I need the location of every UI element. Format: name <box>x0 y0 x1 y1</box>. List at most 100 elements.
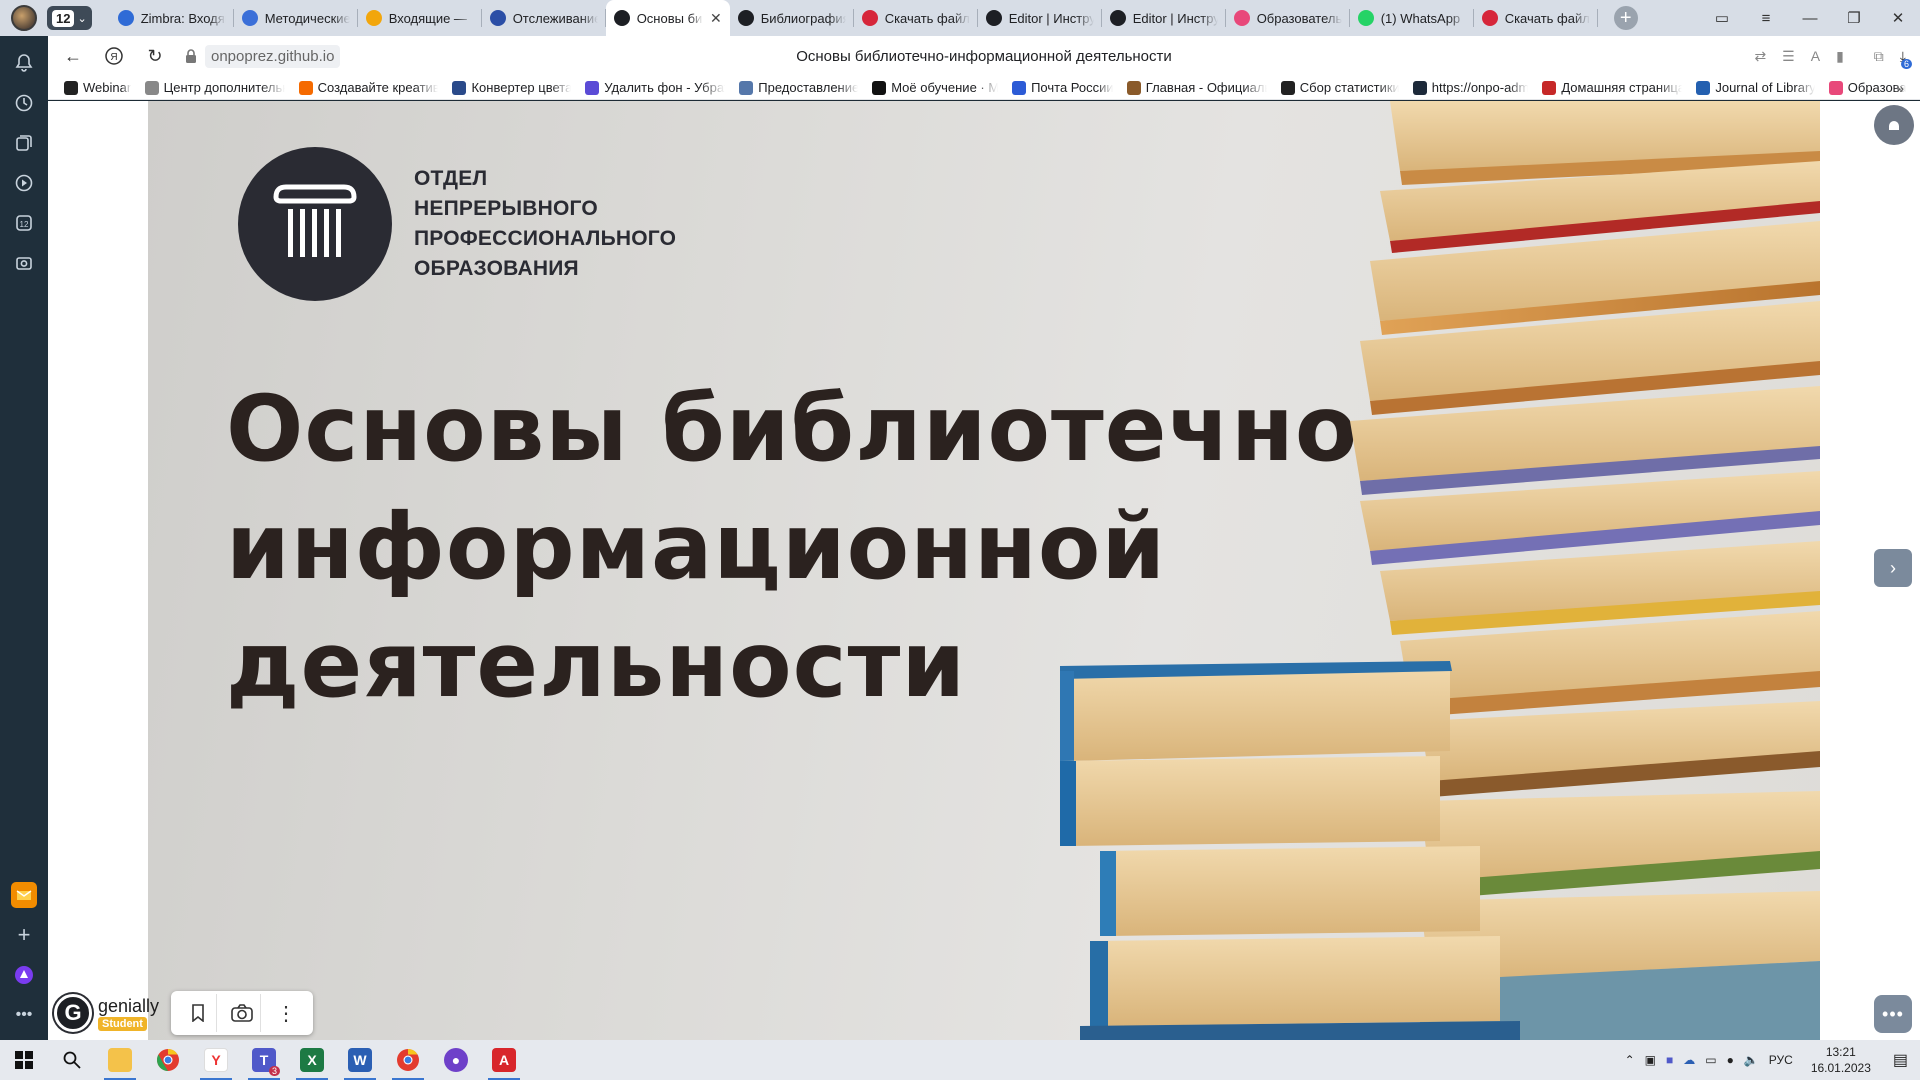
bookmark-item[interactable]: Webinar <box>64 80 131 95</box>
bookmark-item[interactable]: Сбор статистики <box>1280 80 1399 95</box>
excel-icon[interactable]: X <box>288 1040 336 1080</box>
browser-tab[interactable]: Editor | Инструменты <box>978 0 1102 36</box>
profile-avatar[interactable] <box>11 5 37 31</box>
screen-icon[interactable]: ▣ <box>1645 1053 1656 1067</box>
teams-icon[interactable]: T3 <box>240 1040 288 1080</box>
close-window-button[interactable]: ✕ <box>1876 9 1920 27</box>
language-indicator[interactable]: РУС <box>1769 1053 1793 1067</box>
bookmark-item[interactable]: Почта России <box>1012 80 1113 95</box>
bookmark-item[interactable]: Создавайте креатив <box>298 80 438 95</box>
collections-icon[interactable] <box>11 130 37 156</box>
bookmark-icon[interactable]: ▮ <box>1836 48 1844 65</box>
bookmark-item[interactable]: https://onpo-adm <box>1412 80 1528 95</box>
acrobat-icon[interactable]: A <box>480 1040 528 1080</box>
genially-label: genially Student <box>98 996 159 1031</box>
more-options-button[interactable]: ••• <box>1874 995 1912 1033</box>
bookmark-favicon-icon <box>1012 80 1027 95</box>
bookmark-item[interactable]: Образова <box>1828 80 1906 95</box>
browser-tab[interactable]: Editor | Инструменты <box>1102 0 1226 36</box>
screenshot-icon[interactable] <box>11 250 37 276</box>
chrome-profile-icon[interactable] <box>384 1040 432 1080</box>
url-field[interactable]: onpoprez.github.io <box>205 44 341 68</box>
reader-icon[interactable]: ☰ <box>1782 48 1795 65</box>
browser-tab[interactable]: Образовательный <box>1226 0 1350 36</box>
browser-tab[interactable]: Отслеживание <box>482 0 606 36</box>
bookmark-icon[interactable] <box>179 994 218 1032</box>
bookmark-item[interactable]: Главная - Официальный <box>1126 80 1267 95</box>
network-icon[interactable]: ▭ <box>1705 1053 1716 1067</box>
bookmark-label: Моё обучение · М <box>891 80 999 95</box>
browser-tab[interactable]: Входящие — <box>358 0 482 36</box>
downloads-icon[interactable]: ⤓ 6 <box>1900 48 1912 69</box>
mail-app-icon[interactable] <box>11 882 37 908</box>
word-icon[interactable]: W <box>336 1040 384 1080</box>
cloud-icon[interactable]: ☁ <box>1683 1053 1695 1067</box>
chevron-right-icon[interactable]: » <box>1896 80 1904 96</box>
microphone-icon[interactable]: ● <box>1727 1053 1734 1067</box>
bookmark-item[interactable]: Центр дополнительного <box>144 80 285 95</box>
bookmark-item[interactable]: Моё обучение · М <box>872 80 998 95</box>
new-tab-button[interactable]: + <box>1613 6 1638 30</box>
reload-button[interactable]: ↻ <box>139 40 171 72</box>
browser-tab[interactable]: Zimbra: Входящие <box>110 0 234 36</box>
tab-counter-button[interactable]: 12 ⌄ <box>47 6 92 30</box>
browser-tab[interactable]: Основы библиотечно ✕ <box>605 0 730 36</box>
bookmark-item[interactable]: Journal of Library <box>1696 80 1815 95</box>
back-button[interactable]: ← <box>57 40 89 72</box>
browser-tab[interactable]: Библиография <box>730 0 854 36</box>
browser-tab[interactable]: Скачать файл <box>854 0 978 36</box>
play-icon[interactable] <box>11 170 37 196</box>
bookmark-label: Главная - Официальный <box>1145 80 1267 95</box>
tabs-icon[interactable]: ⧉ <box>1874 48 1884 65</box>
bookmark-item[interactable]: Предоставление <box>739 80 858 95</box>
collections-icon[interactable]: ▭ <box>1700 9 1744 27</box>
tab-title: Скачать файл <box>884 10 970 26</box>
bookmark-label: Сбор статистики <box>1299 80 1399 95</box>
bookmark-favicon-icon <box>1280 80 1295 95</box>
mail-icon <box>365 10 382 26</box>
bell-icon[interactable] <box>11 50 37 76</box>
alice-assistant-icon[interactable] <box>11 962 37 988</box>
menu-icon[interactable]: ≡ <box>1744 10 1788 27</box>
chevron-down-icon: ⌄ <box>77 12 87 25</box>
bookmark-item[interactable]: Конвертер цвета <box>452 80 571 95</box>
kebab-menu-icon[interactable]: ⋮ <box>267 994 305 1032</box>
camera-icon[interactable] <box>223 994 262 1032</box>
minimize-button[interactable]: — <box>1788 10 1832 27</box>
aa-icon[interactable]: A <box>1811 48 1820 64</box>
browser-tab[interactable]: Скачать файл <box>1474 0 1598 36</box>
browser-tab[interactable]: Методические <box>234 0 358 36</box>
search-icon[interactable] <box>48 1040 96 1080</box>
yandex-browser-icon[interactable]: Y <box>192 1040 240 1080</box>
speaker-icon[interactable]: 🔈 <box>1744 1053 1759 1067</box>
maximize-button[interactable]: ❐ <box>1832 9 1876 27</box>
history-icon[interactable] <box>11 90 37 116</box>
close-tab-icon[interactable]: ✕ <box>710 10 722 27</box>
clock[interactable]: 13:21 16.01.2023 <box>1811 1044 1871 1076</box>
genially-logo-icon[interactable]: G <box>54 994 92 1032</box>
genially-icon <box>1109 10 1126 26</box>
github-desktop-icon[interactable]: ● <box>432 1040 480 1080</box>
more-icon[interactable]: ••• <box>11 1002 37 1028</box>
browser-tab[interactable]: (1) WhatsApp <box>1350 0 1474 36</box>
calendar-icon[interactable]: 12 <box>11 210 37 236</box>
bookmark-favicon-icon <box>1542 80 1557 95</box>
chrome-icon[interactable] <box>144 1040 192 1080</box>
teams-tray-icon[interactable]: ■ <box>1666 1053 1673 1067</box>
edu-icon <box>1233 10 1250 26</box>
bookmark-item[interactable]: Удалить фон - Убрать <box>585 80 725 95</box>
logo-text: ОТДЕЛ НЕПРЕРЫВНОГО ПРОФЕССИОНАЛЬНОГО ОБР… <box>414 164 676 284</box>
bookmark-item[interactable]: Домашняя страница <box>1542 80 1682 95</box>
start-button[interactable] <box>0 1040 48 1080</box>
notifications-icon[interactable]: ▤ <box>1893 1050 1908 1070</box>
chevron-up-icon[interactable]: ⌃ <box>1625 1053 1635 1067</box>
fullscreen-toggle-button[interactable] <box>1874 105 1914 145</box>
system-tray: ⌃ ▣ ■ ☁ ▭ ● 🔈 РУС 13:21 16.01.2023 ▤ <box>1625 1040 1920 1080</box>
translate-icon[interactable]: ⇄ <box>1754 48 1766 65</box>
file-explorer-icon[interactable] <box>96 1040 144 1080</box>
add-panel-icon[interactable]: + <box>11 922 37 948</box>
genially-branding: G genially Student ⋮ <box>54 991 314 1035</box>
next-slide-button[interactable]: › <box>1874 549 1912 587</box>
svg-text:Я: Я <box>110 52 117 63</box>
yandex-home-icon[interactable]: Я <box>98 40 130 72</box>
